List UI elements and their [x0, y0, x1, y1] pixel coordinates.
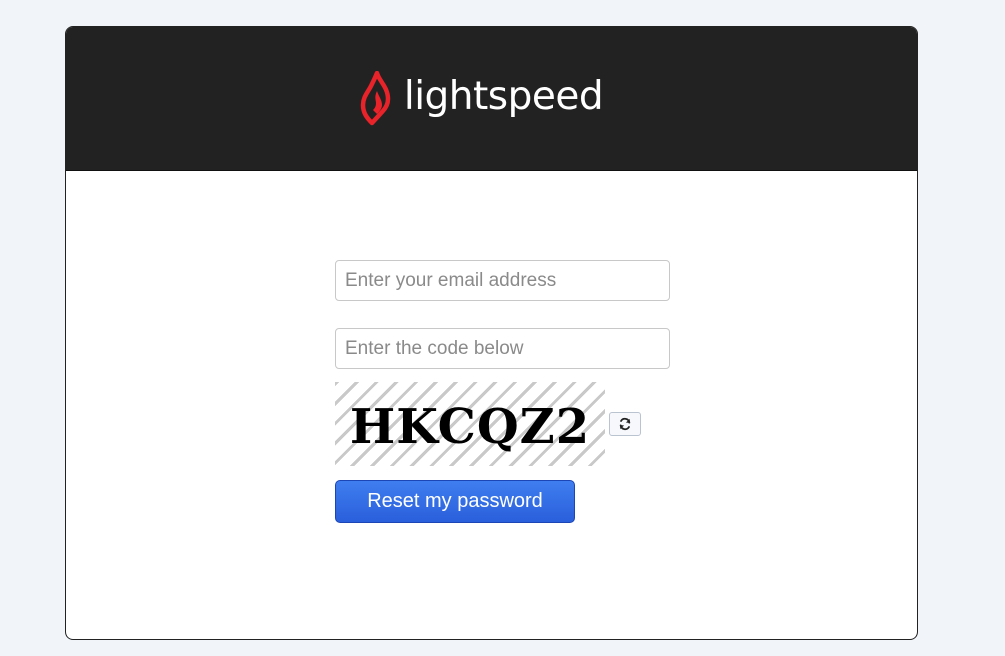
- lightspeed-logo: lightspeed: [358, 70, 604, 127]
- reset-password-button[interactable]: Reset my password: [335, 480, 575, 523]
- flame-icon: [360, 70, 391, 125]
- email-input[interactable]: [335, 260, 670, 301]
- reset-form: HKCQZ2 Reset my password: [335, 260, 671, 523]
- refresh-icon: [619, 417, 631, 431]
- brand-header: lightspeed: [66, 27, 917, 171]
- captcha-refresh-button[interactable]: [609, 412, 641, 436]
- captcha-image: HKCQZ2: [335, 382, 605, 466]
- captcha-code-input[interactable]: [335, 328, 670, 369]
- brand-name: lightspeed: [403, 74, 604, 119]
- captcha-text: HKCQZ2: [349, 399, 591, 455]
- reset-password-card: lightspeed HKCQZ2 Reset my password: [65, 26, 918, 640]
- captcha-row: HKCQZ2: [335, 382, 671, 466]
